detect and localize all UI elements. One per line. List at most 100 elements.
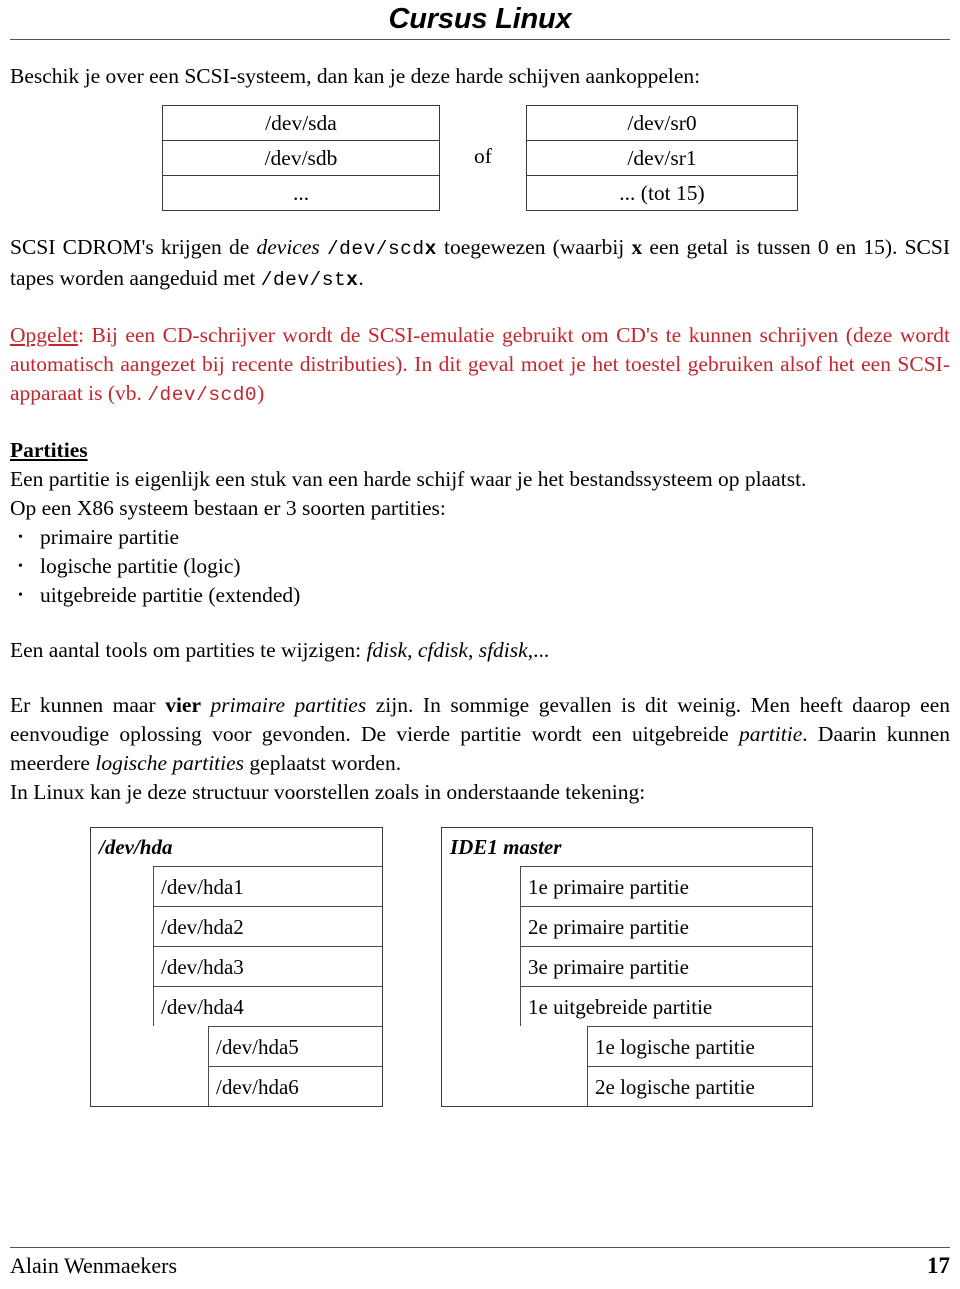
bold-x: x <box>631 235 643 259</box>
diagram-level1-group: 1e primaire partitie 2e primaire partiti… <box>442 866 812 1106</box>
text-fragment: ) <box>257 381 265 405</box>
tool-fdisk: fdisk <box>366 638 408 662</box>
table-row: /dev/sr1 <box>526 140 798 176</box>
diagram-level2-group: 1e logische partitie 2e logische partiti… <box>520 1026 812 1106</box>
opgelet-label: Opgelet <box>10 323 79 347</box>
diagram-level2-group: /dev/hda5 /dev/hda6 <box>153 1026 382 1106</box>
diagram-ide-box: IDE1 master 1e primaire partitie 2e prim… <box>441 827 813 1107</box>
tool-sfdisk: sfdisk <box>478 638 528 662</box>
layout-spacer <box>10 827 90 1107</box>
diagram-partition-row: /dev/hda1 <box>153 866 382 906</box>
x86-partition-types-line: Op een X86 systeem bestaan er 3 soorten … <box>10 496 446 520</box>
text-fragment: ,... <box>527 638 550 662</box>
diagram-disk-title: /dev/hda <box>99 835 173 859</box>
diagram-partition-row: 1e primaire partitie <box>520 866 812 906</box>
bold-vier: vier <box>165 693 201 717</box>
code-text: /dev/scd <box>326 238 425 260</box>
italic-devices: devices <box>256 235 320 259</box>
tools-paragraph: Een aantal tools om partities te wijzige… <box>10 636 950 665</box>
text-fragment: Een aantal tools om partities te wijzige… <box>10 638 367 662</box>
diagram-level1-group: /dev/hda1 /dev/hda2 /dev/hda3 /dev/hda4 … <box>91 866 382 1106</box>
conjunction-of: of <box>474 144 492 168</box>
document-page: Cursus Linux Beschik je over een SCSI-sy… <box>0 0 960 1289</box>
text-space <box>201 693 211 717</box>
text-space <box>320 235 327 259</box>
footer-page-number: 17 <box>927 1253 950 1278</box>
list-item: • logische partitie (logic) <box>10 552 950 581</box>
list-item-label: logische partitie (logic) <box>40 554 241 578</box>
page-header: Cursus Linux <box>10 0 950 36</box>
scsi-cdrom-table: /dev/sr0 /dev/sr1 ... (tot 15) <box>526 105 798 211</box>
table-row: /dev/sdb <box>162 140 440 176</box>
device-tables-row: /dev/sda /dev/sdb ... of /dev/sr0 /dev/s… <box>10 105 950 211</box>
table-cell: /dev/sdb <box>162 140 440 176</box>
italic-partitie: partitie <box>738 722 803 746</box>
text-fragment: . <box>358 266 364 290</box>
partition-types-list: • primaire partitie • logische partitie (l… <box>10 523 950 610</box>
code-dev-scd0: /dev/scd0 <box>147 384 258 406</box>
list-item-label: primaire partitie <box>40 525 180 549</box>
text-fragment: geplaatst worden. <box>244 751 402 775</box>
list-item: • primaire partitie <box>10 523 950 552</box>
italic-logische-partities: logische partities <box>95 751 245 775</box>
italic-primaire-partities: primaire partities <box>210 693 367 717</box>
diagram-logical-partition-row: 1e logische partitie <box>587 1026 812 1066</box>
bullet-icon: • <box>18 530 23 545</box>
section-heading-partities: Partities <box>10 438 88 462</box>
diagram-logical-partition-row: 2e logische partitie <box>587 1066 812 1106</box>
footer-divider <box>10 1247 950 1248</box>
table-cell: /dev/sr0 <box>526 105 798 141</box>
diagram-partition-row: 3e primaire partitie <box>520 946 812 986</box>
scsi-disk-table: /dev/sda /dev/sdb ... <box>162 105 440 211</box>
tool-cfdisk: cfdisk <box>417 638 468 662</box>
diagram-partition-row: /dev/hda4 <box>153 986 382 1026</box>
footer-author: Alain Wenmaekers <box>10 1253 178 1278</box>
text-fragment: Er kunnen maar <box>10 693 166 717</box>
text-fragment: toegewezen (waarbij <box>436 235 632 259</box>
intro-paragraph: Beschik je over een SCSI-systeem, dan ka… <box>10 64 701 88</box>
scsi-devices-paragraph: SCSI CDROM's krijgen de devices /dev/scd… <box>10 233 950 295</box>
code-text: /dev/st <box>260 269 347 291</box>
page-title: Cursus Linux <box>388 3 572 35</box>
table-cell: /dev/sr1 <box>526 140 798 176</box>
layout-spacer <box>383 827 441 1107</box>
primary-partitions-explanation: Er kunnen maar vier primaire partities z… <box>10 691 950 778</box>
partition-diagram: /dev/hda /dev/hda1 /dev/hda2 /dev/hda3 /… <box>10 827 950 1107</box>
code-dev-st: /dev/stx <box>261 269 359 291</box>
diagram-logical-partition-row: /dev/hda5 <box>208 1026 382 1066</box>
text-fragment: SCSI CDROM's krijgen de <box>10 235 257 259</box>
list-item-label: uitgebreide partitie (extended) <box>40 583 301 607</box>
text-separator: , <box>407 638 418 662</box>
diagram-logical-partition-row: /dev/hda6 <box>208 1066 382 1106</box>
table-row: /dev/sda <box>162 105 440 141</box>
bullet-icon: • <box>18 559 23 574</box>
footer-row: Alain Wenmaekers 17 <box>10 1251 950 1281</box>
bullet-icon: • <box>18 588 23 603</box>
diagram-disk-box: /dev/hda /dev/hda1 /dev/hda2 /dev/hda3 /… <box>90 827 383 1107</box>
table-row: ... <box>162 175 440 211</box>
code-variable-x: x <box>424 238 437 260</box>
page-footer: Alain Wenmaekers 17 <box>10 1247 950 1281</box>
partitie-definition-paragraph: Een partitie is eigenlijk een stuk van e… <box>10 467 807 491</box>
diagram-partition-row: 2e primaire partitie <box>520 906 812 946</box>
table-row: /dev/sr0 <box>526 105 798 141</box>
diagram-ide-title: IDE1 master <box>450 835 562 859</box>
code-variable-x: x <box>346 269 359 291</box>
table-cell: /dev/sda <box>162 105 440 141</box>
diagram-partition-row: /dev/hda3 <box>153 946 382 986</box>
code-dev-scd: /dev/scdx <box>327 238 437 260</box>
drawing-intro-line: In Linux kan je deze structuur voorstell… <box>10 780 646 804</box>
table-row: ... (tot 15) <box>526 175 798 211</box>
diagram-partition-row: /dev/hda2 <box>153 906 382 946</box>
text-separator: , <box>467 638 479 662</box>
diagram-partition-row: 1e uitgebreide partitie <box>520 986 812 1026</box>
table-cell: ... <box>162 175 440 211</box>
opgelet-note: Opgelet: Bij een CD-schrijver wordt de S… <box>10 321 950 410</box>
header-divider <box>10 39 950 40</box>
list-item: • uitgebreide partitie (extended) <box>10 581 950 610</box>
